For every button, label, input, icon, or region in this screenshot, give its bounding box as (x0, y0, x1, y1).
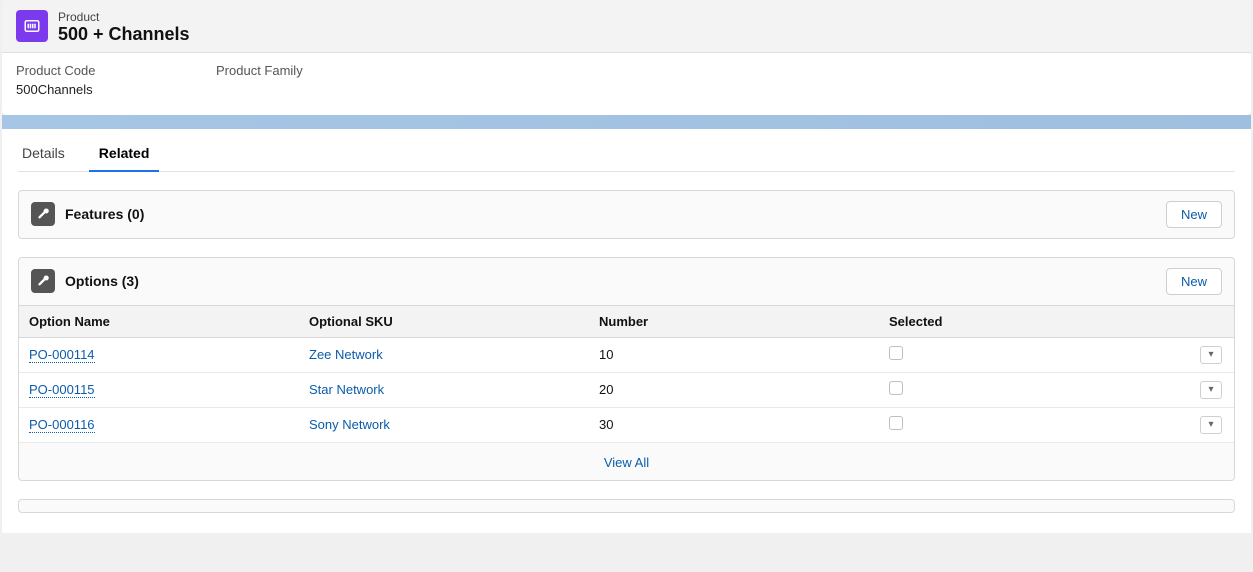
view-all-link[interactable]: View All (604, 455, 649, 470)
field-label: Product Family (216, 63, 336, 78)
row-actions-menu[interactable] (1200, 346, 1222, 364)
table-row: PO-000114 Zee Network 10 (19, 337, 1234, 372)
selected-checkbox (889, 381, 903, 395)
row-actions-menu[interactable] (1200, 381, 1222, 399)
wrench-icon (31, 269, 55, 293)
option-name-link[interactable]: PO-000116 (29, 417, 95, 433)
tab-related[interactable]: Related (95, 139, 154, 171)
table-row: PO-000115 Star Network 20 (19, 372, 1234, 407)
field-product-family: Product Family (216, 63, 336, 97)
record-type-label: Product (58, 10, 190, 24)
optional-sku-link[interactable]: Star Network (309, 382, 384, 397)
related-title: Features (0) (65, 206, 1156, 222)
number-cell: 30 (589, 407, 879, 442)
wrench-icon (31, 202, 55, 226)
number-cell: 10 (589, 337, 879, 372)
related-card-placeholder (18, 499, 1235, 513)
selected-checkbox (889, 346, 903, 360)
field-value: 500Channels (16, 82, 136, 97)
option-name-link[interactable]: PO-000115 (29, 382, 95, 398)
decorative-strip (2, 115, 1251, 129)
tabs: Details Related (18, 129, 1235, 172)
col-header-option-name: Option Name (19, 305, 299, 337)
col-header-optional-sku: Optional SKU (299, 305, 589, 337)
related-card-features: Features (0) New (18, 190, 1235, 239)
record-compact-fields: Product Code 500Channels Product Family (2, 53, 1251, 115)
number-cell: 20 (589, 372, 879, 407)
new-button-features[interactable]: New (1166, 201, 1222, 228)
related-title: Options (3) (65, 273, 1156, 289)
selected-checkbox (889, 416, 903, 430)
row-actions-menu[interactable] (1200, 416, 1222, 434)
col-header-number: Number (589, 305, 879, 337)
option-name-link[interactable]: PO-000114 (29, 347, 95, 363)
record-title: 500 + Channels (58, 24, 190, 46)
main-panel: Details Related Features (0) New Options… (2, 129, 1251, 533)
tab-details[interactable]: Details (18, 139, 69, 171)
optional-sku-link[interactable]: Sony Network (309, 417, 390, 432)
record-header: Product 500 + Channels (2, 0, 1251, 53)
field-product-code: Product Code 500Channels (16, 63, 136, 97)
col-header-selected: Selected (879, 305, 1190, 337)
optional-sku-link[interactable]: Zee Network (309, 347, 383, 362)
field-label: Product Code (16, 63, 136, 78)
options-table: Option Name Optional SKU Number Selected… (19, 305, 1234, 443)
table-row: PO-000116 Sony Network 30 (19, 407, 1234, 442)
product-icon (16, 10, 48, 42)
related-card-options: Options (3) New Option Name Optional SKU… (18, 257, 1235, 481)
view-all-row: View All (19, 443, 1234, 480)
new-button-options[interactable]: New (1166, 268, 1222, 295)
